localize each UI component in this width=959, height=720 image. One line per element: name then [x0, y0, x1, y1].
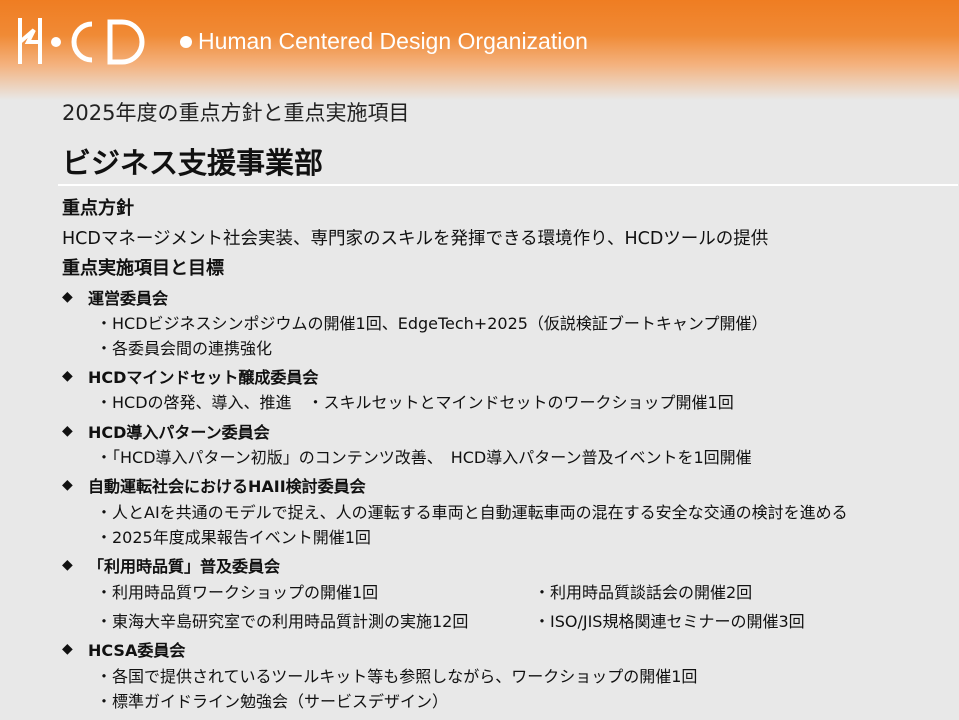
- org-name: Human Centered Design Organization: [180, 28, 588, 55]
- committee-heading: ◆ 自動運転社会におけるHAII検討委員会: [62, 477, 366, 496]
- committee-heading: ◆ HCDマインドセット醸成委員会: [62, 368, 319, 387]
- committee-heading: ◆ HCD導入パターン委員会: [62, 423, 270, 442]
- list-item: ・HCDの啓発、導入、推進 ・スキルセットとマインドセットのワークショップ開催1…: [96, 393, 734, 412]
- items-heading: 重点実施項目と目標: [62, 258, 224, 279]
- committee-heading: ◆ 運営委員会: [62, 289, 169, 308]
- list-item: ・「HCD導入パターン初版」のコンテンツ改善、 HCD導入パターン普及イベントを…: [96, 448, 752, 467]
- list-item: ・人とAIを共通のモデルで捉え、人の運転する車両と自動運転車両の混在する安全な交…: [96, 503, 848, 522]
- diamond-icon: ◆: [62, 423, 73, 439]
- policy-heading: 重点方針: [62, 198, 134, 219]
- list-item: ・利用時品質ワークショップの開催1回: [96, 583, 379, 602]
- page-subtitle: 2025年度の重点方針と重点実施項目: [62, 101, 410, 125]
- page-title: ビジネス支援事業部: [62, 146, 324, 180]
- hcd-logo: [18, 18, 145, 65]
- list-item: ・各委員会間の連携強化: [96, 339, 273, 358]
- committee-heading: ◆ 「利用時品質」普及委員会: [62, 557, 281, 576]
- list-item: ・利用時品質談話会の開催2回: [534, 583, 753, 602]
- list-item: ・東海大辛島研究室での利用時品質計測の実施12回: [96, 612, 469, 631]
- list-item: ・ISO/JIS規格関連セミナーの開催3回: [534, 612, 805, 631]
- diamond-icon: ◆: [62, 368, 73, 384]
- diamond-icon: ◆: [62, 477, 73, 493]
- list-item: ・HCDビジネスシンポジウムの開催1回、EdgeTech+2025（仮説検証ブー…: [96, 314, 768, 333]
- diamond-icon: ◆: [62, 641, 73, 657]
- policy-text: HCDマネージメント社会実装、専門家のスキルを発揮できる環境作り、HCDツールの…: [62, 229, 769, 249]
- committee-heading: ◆ HCSA委員会: [62, 641, 186, 660]
- diamond-icon: ◆: [62, 557, 73, 573]
- dot-icon: [180, 35, 192, 48]
- list-item: ・各国で提供されているツールキット等も参照しながら、ワークショップの開催1回: [96, 667, 698, 686]
- diamond-icon: ◆: [62, 289, 73, 305]
- list-item: ・標準ガイドライン勉強会（サービスデザイン）: [96, 692, 449, 711]
- divider: [58, 184, 958, 186]
- header-banner: Human Centered Design Organization: [0, 0, 959, 100]
- list-item: ・2025年度成果報告イベント開催1回: [96, 528, 371, 547]
